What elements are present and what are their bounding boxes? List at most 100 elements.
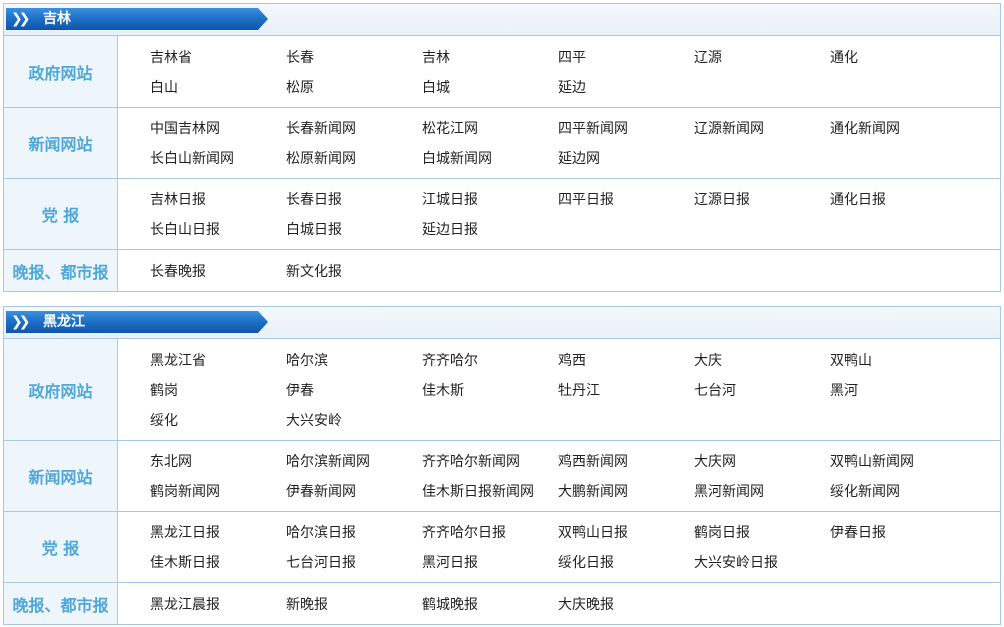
site-link[interactable]: 江城日报 [422, 185, 558, 215]
category-label: 新闻网站 [4, 441, 118, 511]
site-link[interactable]: 佳木斯日报 [150, 548, 286, 578]
site-link[interactable]: 黑龙江省 [150, 346, 286, 376]
site-link[interactable]: 鹤城晚报 [422, 590, 558, 620]
site-link[interactable]: 辽源新闻网 [694, 114, 830, 144]
site-link[interactable]: 黑河 [830, 376, 966, 406]
site-link[interactable]: 长白山新闻网 [150, 144, 286, 174]
category-label: 政府网站 [4, 339, 118, 440]
category-row: 政府网站 吉林省 长春 吉林 四平 辽源 通化 白山 松原 白城 延边 [4, 36, 1000, 108]
province-panel: ❯❯ 黑龙江 政府网站 黑龙江省 哈尔滨 齐齐哈尔 鸡西 大庆 双鸭山 鹤岗 伊春 佳木斯 牡丹江 七台河… [3, 306, 1001, 625]
site-link[interactable]: 牡丹江 [558, 376, 694, 406]
site-link[interactable]: 哈尔滨日报 [286, 518, 422, 548]
site-link[interactable]: 延边 [558, 73, 694, 103]
site-link[interactable]: 白城 [422, 73, 558, 103]
site-link[interactable]: 四平新闻网 [558, 114, 694, 144]
section-title: 黑龙江 [43, 314, 85, 330]
site-link[interactable]: 松原新闻网 [286, 144, 422, 174]
site-link[interactable]: 伊春 [286, 376, 422, 406]
site-link[interactable]: 吉林省 [150, 43, 286, 73]
site-link[interactable]: 松原 [286, 73, 422, 103]
site-link[interactable]: 中国吉林网 [150, 114, 286, 144]
site-link[interactable]: 双鸭山日报 [558, 518, 694, 548]
site-link[interactable]: 哈尔滨 [286, 346, 422, 376]
site-link[interactable]: 黑龙江晨报 [150, 590, 286, 620]
site-link[interactable]: 绥化日报 [558, 548, 694, 578]
category-row: 政府网站 黑龙江省 哈尔滨 齐齐哈尔 鸡西 大庆 双鸭山 鹤岗 伊春 佳木斯 牡丹江 七台河 黑河 绥化大… [4, 339, 1000, 441]
site-link[interactable]: 长春新闻网 [286, 114, 422, 144]
site-link[interactable]: 吉林日报 [150, 185, 286, 215]
site-link[interactable]: 绥化 [150, 406, 286, 436]
site-link[interactable]: 哈尔滨新闻网 [286, 447, 422, 477]
site-link[interactable]: 双鸭山 [830, 346, 966, 376]
category-row: 党 报吉林日报 长春日报 江城日报 四平日报 辽源日报 通化日报 长白山日报 白城日报 延边日报 [4, 179, 1000, 250]
site-link[interactable]: 黑河新闻网 [694, 477, 830, 507]
category-row: 晚报、都市报 长春晚报 新文化报 [4, 250, 1000, 291]
site-link[interactable]: 佳木斯日报新闻网 [422, 477, 558, 507]
site-link[interactable]: 双鸭山新闻网 [830, 447, 966, 477]
site-link[interactable]: 大庆晚报 [558, 590, 694, 620]
link-list: 吉林省 长春 吉林 四平 辽源 通化白山 松原 白城 延边 [118, 36, 1000, 107]
site-link[interactable]: 鹤岗日报 [694, 518, 830, 548]
site-link[interactable]: 绥化新闻网 [830, 477, 966, 507]
site-link[interactable]: 辽源日报 [694, 185, 830, 215]
site-link[interactable]: 长春日报 [286, 185, 422, 215]
site-link[interactable]: 黑河日报 [422, 548, 558, 578]
category-row: 晚报、都市报 黑龙江晨报 新晚报 鹤城晚报 大庆晚报 [4, 583, 1000, 624]
site-link[interactable]: 辽源 [694, 43, 830, 73]
site-link[interactable]: 伊春日报 [830, 518, 966, 548]
site-link[interactable]: 长白山日报 [150, 215, 286, 245]
category-label: 党 报 [4, 512, 118, 582]
category-label: 党 报 [4, 179, 118, 249]
site-link[interactable]: 齐齐哈尔新闻网 [422, 447, 558, 477]
site-link[interactable]: 大庆网 [694, 447, 830, 477]
site-link[interactable]: 伊春新闻网 [286, 477, 422, 507]
site-link[interactable]: 长春晚报 [150, 257, 286, 287]
link-list: 黑龙江日报 哈尔滨日报 齐齐哈尔日报 双鸭山日报 鹤岗日报 伊春日报佳木斯日报 七台河日报黑… [118, 512, 1000, 582]
link-list: 吉林日报 长春日报 江城日报 四平日报 辽源日报 通化日报长白山日报 白城日报 延边日报 [118, 179, 1000, 249]
category-label: 晚报、都市报 [4, 583, 118, 624]
site-link[interactable]: 通化日报 [830, 185, 966, 215]
link-list: 黑龙江省 哈尔滨 齐齐哈尔 鸡西 大庆 双鸭山鹤岗 伊春 佳木斯 牡丹江 七台河 黑河绥化 大兴安岭 [118, 339, 1000, 440]
site-link[interactable]: 鸡西 [558, 346, 694, 376]
category-label: 晚报、都市报 [4, 250, 118, 291]
link-list: 东北网 哈尔滨新闻网 齐齐哈尔新闻网 鸡西新闻网 大庆网 双鸭山新闻网鹤岗新闻网 伊春新闻网… [118, 441, 1000, 511]
site-link[interactable]: 大兴安岭 [286, 406, 422, 436]
section-title: 吉林 [43, 11, 71, 27]
link-list: 黑龙江晨报 新晚报 鹤城晚报 大庆晚报 [118, 583, 1000, 624]
site-link[interactable]: 黑龙江日报 [150, 518, 286, 548]
site-link[interactable]: 鸡西新闻网 [558, 447, 694, 477]
site-link[interactable]: 四平日报 [558, 185, 694, 215]
double-chevron-right-icon: ❯❯ [11, 314, 31, 330]
site-link[interactable]: 新文化报 [286, 257, 422, 287]
site-link[interactable]: 吉林 [422, 43, 558, 73]
site-link[interactable]: 大鹏新闻网 [558, 477, 694, 507]
site-link[interactable]: 鹤岗新闻网 [150, 477, 286, 507]
site-link[interactable]: 大兴安岭日报 [694, 548, 830, 578]
double-chevron-right-icon: ❯❯ [11, 11, 31, 27]
site-link[interactable]: 白城日报 [286, 215, 422, 245]
site-link[interactable]: 四平 [558, 43, 694, 73]
site-link[interactable]: 齐齐哈尔 [422, 346, 558, 376]
site-link[interactable]: 延边日报 [422, 215, 558, 245]
site-link[interactable]: 白城新闻网 [422, 144, 558, 174]
site-link[interactable]: 白山 [150, 73, 286, 103]
site-link[interactable]: 佳木斯 [422, 376, 558, 406]
panel-header: ❯❯ 黑龙江 [4, 307, 1000, 339]
panel-header: ❯❯ 吉林 [4, 4, 1000, 36]
site-link[interactable]: 通化 [830, 43, 966, 73]
link-list: 长春晚报 新文化报 [118, 250, 1000, 291]
site-link[interactable]: 七台河日报 [286, 548, 422, 578]
site-link[interactable]: 鹤岗 [150, 376, 286, 406]
category-row: 党 报黑龙江日报 哈尔滨日报 齐齐哈尔日报 双鸭山日报 鹤岗日报 伊春日报 佳木斯日报 七台河… [4, 512, 1000, 583]
site-link[interactable]: 松花江网 [422, 114, 558, 144]
site-link[interactable]: 通化新闻网 [830, 114, 966, 144]
site-link[interactable]: 新晚报 [286, 590, 422, 620]
province-panel: ❯❯ 吉林 政府网站 吉林省 长春 吉林 四平 辽源 通化 白山 松原 白城 延边 新闻网站 中国吉林网 长春… [3, 3, 1001, 292]
site-link[interactable]: 长春 [286, 43, 422, 73]
site-link[interactable]: 东北网 [150, 447, 286, 477]
category-row: 新闻网站 中国吉林网 长春新闻网 松花江网 四平新闻网 辽源新闻网 通化新闻网 长白山新闻网松… [4, 108, 1000, 179]
site-link[interactable]: 齐齐哈尔日报 [422, 518, 558, 548]
site-link[interactable]: 七台河 [694, 376, 830, 406]
site-link[interactable]: 大庆 [694, 346, 830, 376]
site-link[interactable]: 延边网 [558, 144, 694, 174]
